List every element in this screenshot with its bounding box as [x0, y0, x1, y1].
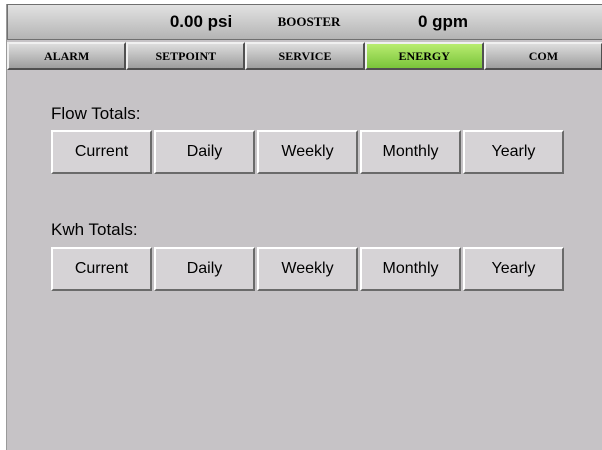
mode-indicator: BOOSTER [277, 14, 341, 29]
kwh-monthly-button[interactable]: Monthly [360, 247, 461, 291]
flow-yearly-button[interactable]: Yearly [463, 130, 564, 174]
flow-totals-buttons: Current Daily Weekly Monthly Yearly [51, 130, 566, 174]
tab-setpoint[interactable]: SETPOINT [126, 42, 246, 70]
tab-service[interactable]: SERVICE [245, 42, 365, 70]
flow-totals-label: Flow Totals: [51, 104, 141, 123]
pressure-readout: 0.00 psi [169, 12, 233, 31]
flow-readout: 0 gpm [417, 12, 469, 31]
tab-com[interactable]: COM [483, 42, 602, 70]
status-bar: 0.00 psi BOOSTER 0 gpm [7, 4, 602, 40]
kwh-totals-label: Kwh Totals: [51, 220, 138, 239]
kwh-current-button[interactable]: Current [51, 247, 152, 291]
hmi-screen: 0.00 psi BOOSTER 0 gpm ALARM SETPOINT SE… [6, 4, 602, 450]
flow-current-button[interactable]: Current [51, 130, 152, 174]
kwh-yearly-button[interactable]: Yearly [463, 247, 564, 291]
flow-weekly-button[interactable]: Weekly [257, 130, 358, 174]
tab-energy[interactable]: ENERGY [364, 42, 484, 70]
flow-monthly-button[interactable]: Monthly [360, 130, 461, 174]
kwh-totals-buttons: Current Daily Weekly Monthly Yearly [51, 247, 566, 291]
kwh-daily-button[interactable]: Daily [154, 247, 255, 291]
flow-daily-button[interactable]: Daily [154, 130, 255, 174]
tab-bar: ALARM SETPOINT SERVICE ENERGY COM [7, 42, 602, 70]
tab-alarm[interactable]: ALARM [7, 42, 127, 70]
kwh-weekly-button[interactable]: Weekly [257, 247, 358, 291]
